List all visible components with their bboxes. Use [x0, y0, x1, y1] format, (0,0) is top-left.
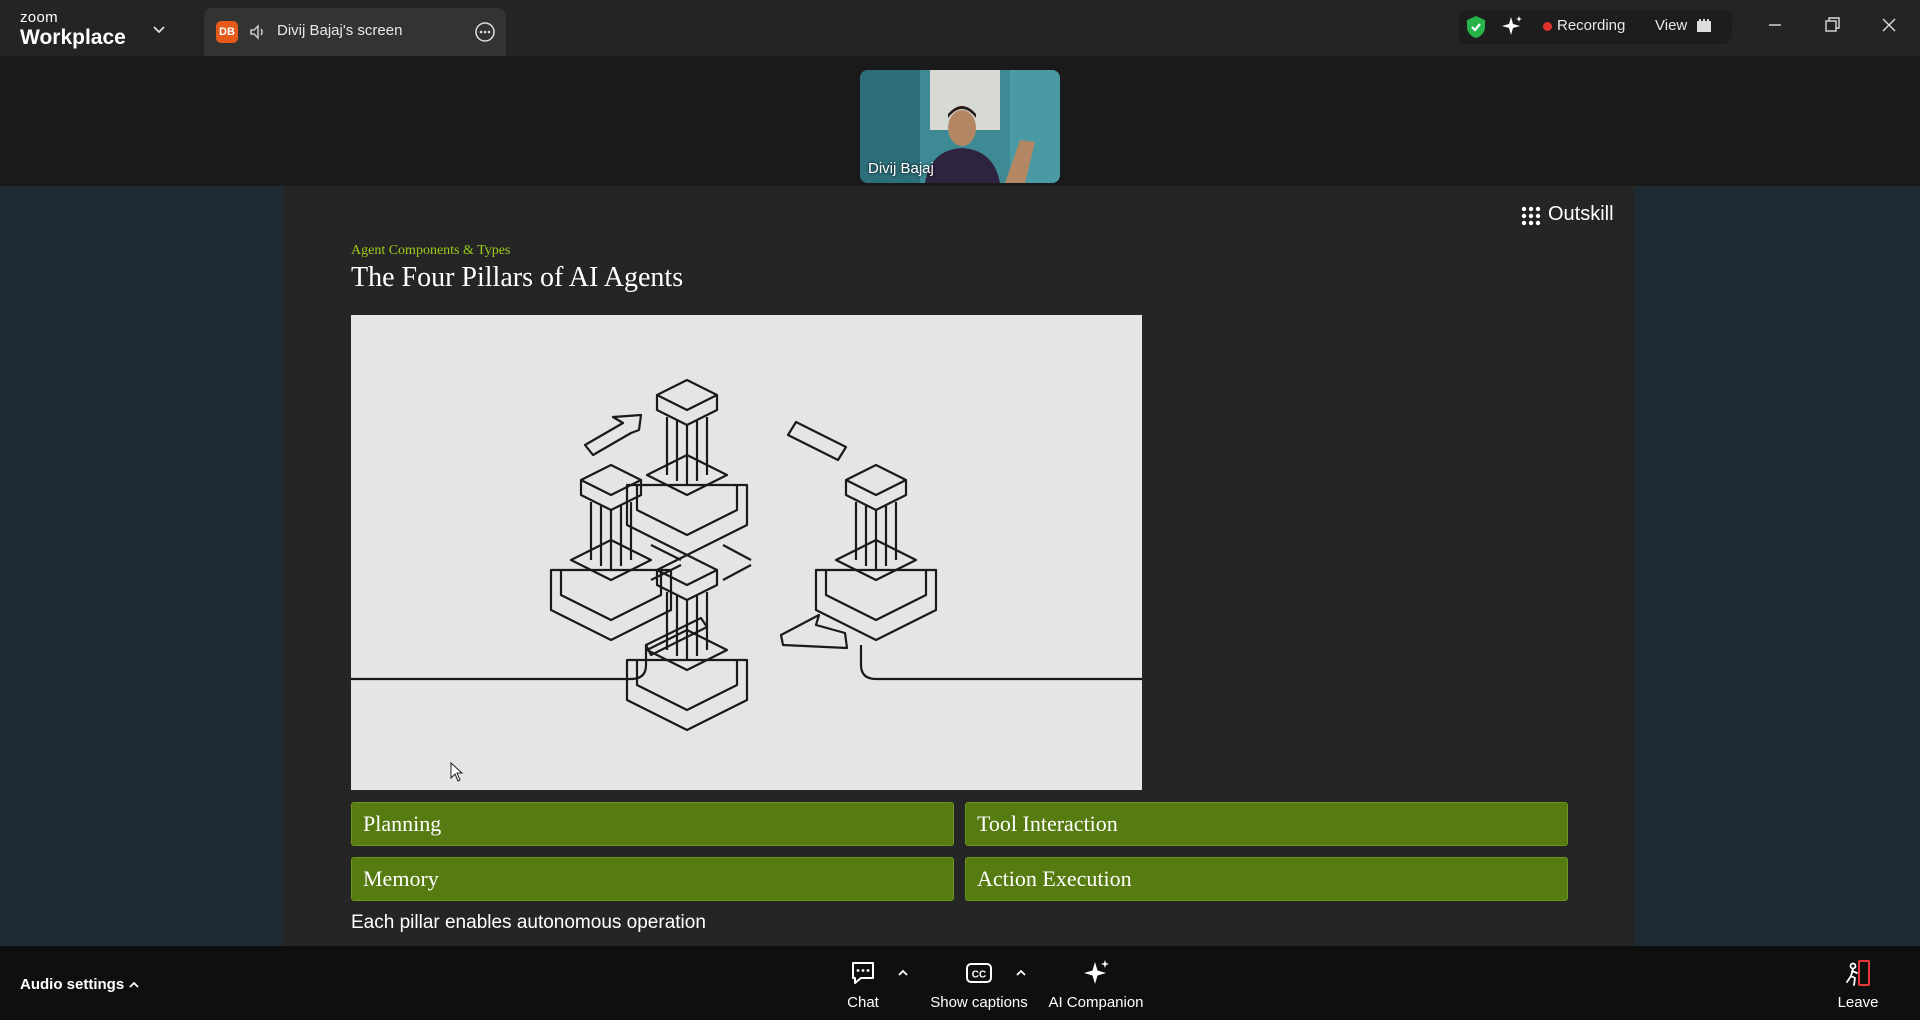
more-icon[interactable] [474, 21, 496, 43]
ai-companion-button[interactable]: AI Companion [1046, 958, 1146, 1011]
chat-icon [852, 962, 874, 984]
recording-label[interactable]: Recording [1557, 17, 1625, 34]
slide-eyebrow: Agent Components & Types [351, 243, 511, 258]
logo-workplace: Workplace [20, 26, 126, 49]
participant-name: Divij Bajaj [868, 160, 934, 177]
pillar-action-execution: Action Execution [965, 857, 1568, 901]
pillar-memory: Memory [351, 857, 954, 901]
ai-sparkle-icon[interactable] [1500, 14, 1524, 38]
ai-sparkle-icon [1084, 960, 1109, 984]
apps-dots-icon [1521, 206, 1541, 226]
speaker-icon[interactable] [248, 22, 268, 42]
leave-label: Leave [1837, 994, 1879, 1011]
pillar-planning: Planning [351, 802, 954, 846]
slide-caption: Each pillar enables autonomous operation [351, 912, 706, 933]
avatar-badge: DB [216, 21, 238, 43]
minimize-icon[interactable] [1764, 14, 1786, 36]
mouse-cursor-icon [450, 762, 464, 782]
restore-icon[interactable] [1821, 14, 1843, 36]
view-grid-icon[interactable] [1696, 18, 1712, 34]
participant-video-tile[interactable]: Divij Bajaj [860, 70, 1060, 183]
app-logo: zoom Workplace [20, 10, 126, 48]
screen-share-tab[interactable]: DB Divij Bajaj's screen [204, 8, 506, 56]
chat-label: Chat [847, 994, 879, 1011]
caret-up-icon[interactable] [896, 966, 910, 980]
caret-up-icon[interactable] [1014, 966, 1028, 980]
tab-title: Divij Bajaj's screen [277, 22, 403, 39]
pillars-drawing [351, 378, 1142, 732]
recording-dot [1543, 22, 1552, 31]
cc-icon: CC [966, 963, 992, 983]
caret-up-icon[interactable] [127, 978, 141, 992]
pillar-tool-interaction: Tool Interaction [965, 802, 1568, 846]
shield-icon[interactable] [1464, 14, 1488, 40]
logo-zoom: zoom [20, 9, 58, 26]
brand-name: Outskill [1548, 203, 1614, 225]
audio-settings-button[interactable]: Audio settings [20, 976, 124, 993]
view-button[interactable]: View [1655, 17, 1687, 34]
leave-icon [1846, 960, 1870, 986]
close-icon[interactable] [1878, 14, 1900, 36]
svg-text:CC: CC [972, 970, 986, 981]
captions-label: Show captions [930, 994, 1028, 1011]
chat-button[interactable]: Chat [841, 958, 885, 1011]
slide-title: The Four Pillars of AI Agents [351, 262, 684, 293]
chevron-down-icon[interactable] [150, 20, 168, 38]
leave-button[interactable]: Leave [1836, 958, 1880, 1011]
ai-companion-label: AI Companion [1048, 994, 1144, 1011]
pillars-illustration [351, 315, 1142, 790]
